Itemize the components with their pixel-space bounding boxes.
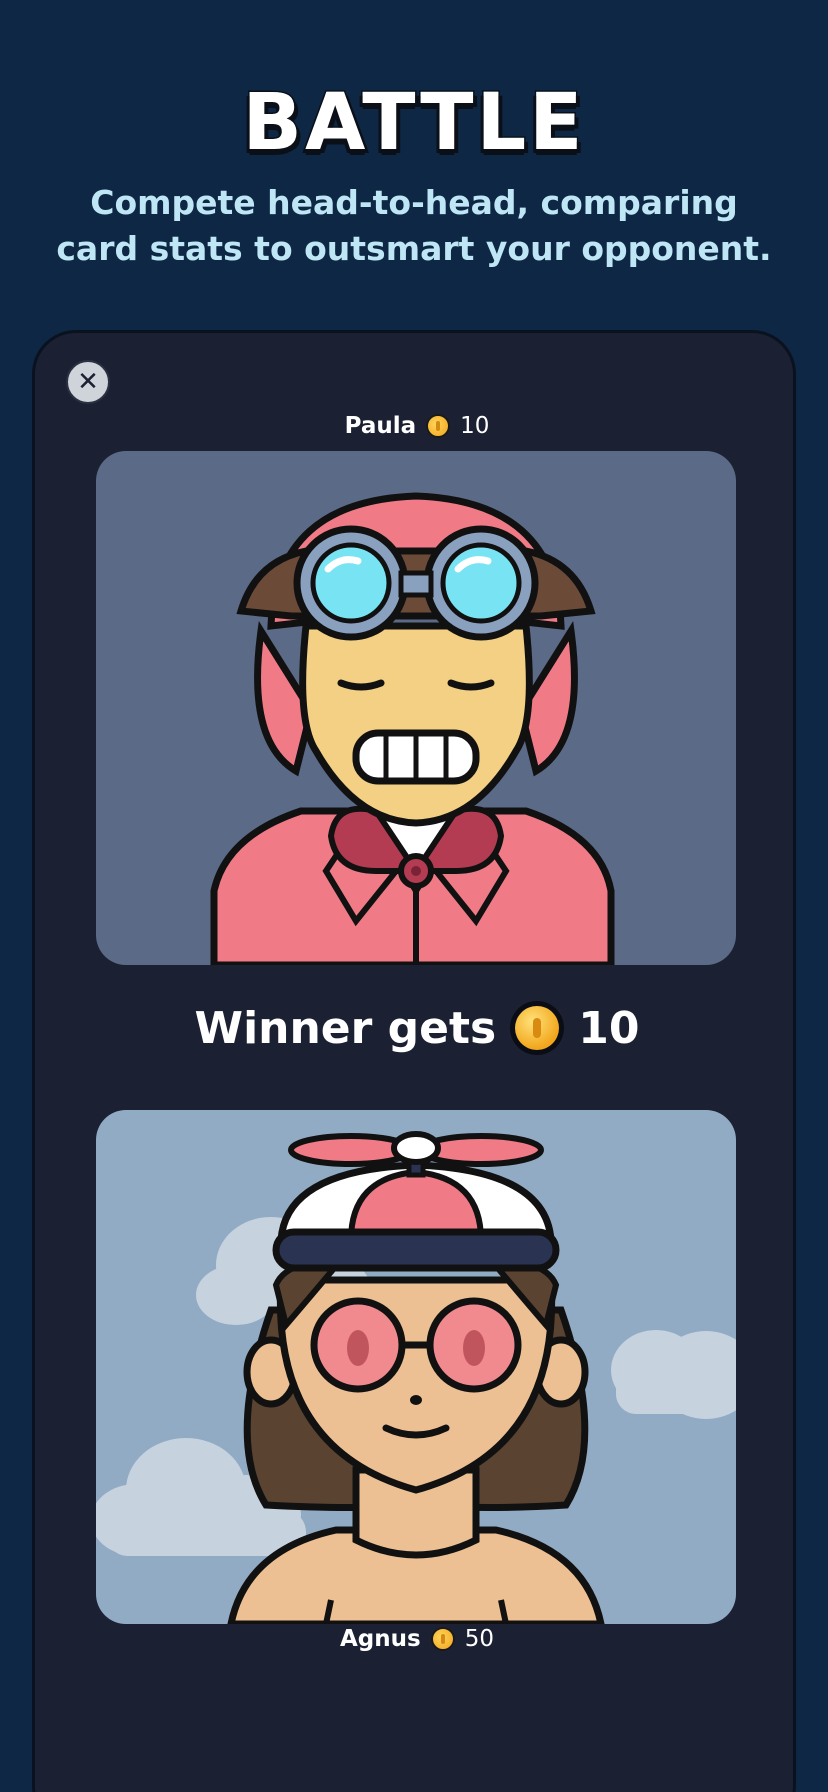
close-button[interactable]: ✕ <box>66 360 110 404</box>
player-coins: 50 <box>464 1626 494 1652</box>
subtitle-line-2: card stats to outsmart your opponent. <box>56 229 772 268</box>
opponent-tag: Paula 10 <box>35 413 799 439</box>
player-card[interactable] <box>96 1110 736 1624</box>
opponent-card[interactable] <box>96 451 736 965</box>
coin-icon <box>510 1001 565 1055</box>
page-title: BATTLE <box>241 77 586 170</box>
close-icon: ✕ <box>77 367 99 397</box>
pilot-avatar-illustration <box>96 451 736 965</box>
coin-icon <box>430 1627 455 1651</box>
winner-reward: Winner gets 10 <box>35 1001 799 1055</box>
coin-icon <box>426 414 451 438</box>
player-tag: Agnus 50 <box>35 1626 799 1652</box>
winner-label: Winner gets <box>194 1002 497 1054</box>
battle-panel: ✕ Paula 10 Winner gets 10 Agnus 50 <box>32 330 796 1792</box>
opponent-coins: 10 <box>460 413 490 439</box>
player-name: Agnus <box>340 1626 421 1652</box>
page-subtitle: Compete head-to-head, comparing card sta… <box>0 180 828 272</box>
subtitle-line-1: Compete head-to-head, comparing <box>90 183 738 222</box>
propeller-hat-avatar-illustration <box>96 1110 736 1624</box>
winner-amount: 10 <box>578 1002 640 1054</box>
opponent-name: Paula <box>344 413 417 439</box>
